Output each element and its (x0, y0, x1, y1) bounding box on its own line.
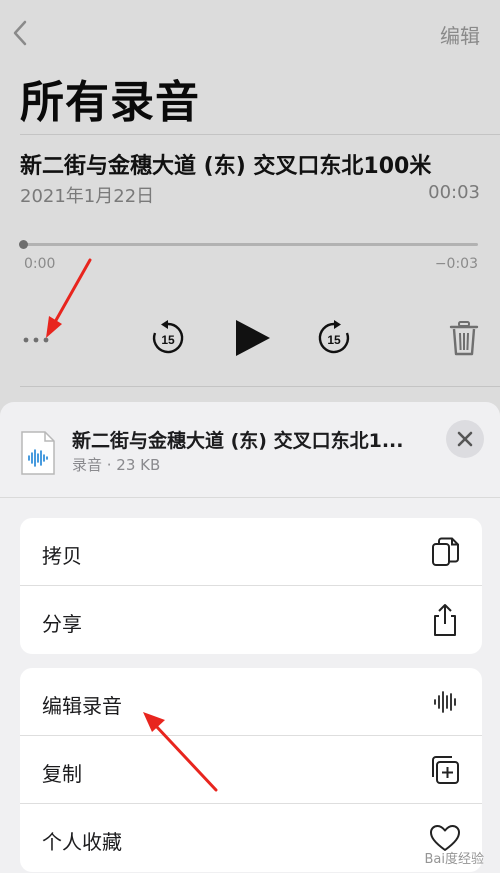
file-meta: 录音 · 23 KB (72, 456, 161, 474)
skip-back-15-icon[interactable]: 15 (148, 318, 188, 358)
playback-scrubber[interactable] (22, 243, 478, 246)
action-group-2: 编辑录音 复制 个人收藏 (20, 668, 482, 872)
scrubber-handle[interactable] (19, 240, 28, 249)
skip-forward-seconds: 15 (327, 333, 341, 347)
more-options-button[interactable] (22, 326, 54, 346)
file-name: 新二街与金穗大道 (东) 交叉口东北1... (72, 430, 404, 452)
recording-title: 新二街与金穗大道 (东) 交叉口东北100米 (20, 154, 432, 179)
action-edit-recording-label: 编辑录音 (42, 694, 122, 718)
share-sheet: 新二街与金穗大道 (东) 交叉口东北1... 录音 · 23 KB 拷贝 分享 (0, 402, 500, 873)
divider (20, 134, 500, 135)
copy-icon (432, 537, 459, 566)
action-favorite-label: 个人收藏 (42, 830, 122, 854)
trash-icon[interactable] (448, 318, 480, 358)
ellipsis-icon (23, 337, 49, 343)
skip-back-seconds: 15 (161, 333, 175, 347)
action-duplicate[interactable]: 复制 (20, 736, 482, 804)
recording-duration: 00:03 (428, 182, 480, 203)
divider (20, 386, 500, 387)
share-sheet-header: 新二街与金穗大道 (东) 交叉口东北1... 录音 · 23 KB (0, 402, 500, 498)
action-copy-label: 拷贝 (42, 544, 82, 568)
action-favorite[interactable]: 个人收藏 (20, 804, 482, 872)
waveform-icon (434, 691, 456, 713)
page-title: 所有录音 (20, 77, 200, 128)
skip-forward-15-icon[interactable]: 15 (314, 318, 354, 358)
edit-button[interactable]: 编辑 (440, 20, 480, 49)
play-icon[interactable] (230, 318, 274, 358)
close-icon (457, 431, 473, 447)
time-remaining: −0:03 (434, 256, 478, 272)
close-button[interactable] (446, 420, 484, 458)
action-group-1: 拷贝 分享 (20, 518, 482, 654)
back-chevron-icon[interactable] (10, 18, 30, 48)
share-icon (434, 604, 456, 636)
recording-date: 2021年1月22日 (20, 186, 155, 207)
time-elapsed: 0:00 (24, 256, 56, 272)
action-share[interactable]: 分享 (20, 586, 482, 654)
action-share-label: 分享 (42, 612, 82, 636)
action-copy[interactable]: 拷贝 (20, 518, 482, 586)
action-edit-recording[interactable]: 编辑录音 (20, 668, 482, 736)
watermark: Bai度经验 (424, 852, 485, 867)
duplicate-icon (432, 756, 459, 784)
action-duplicate-label: 复制 (42, 762, 82, 786)
audio-file-icon (21, 431, 55, 475)
